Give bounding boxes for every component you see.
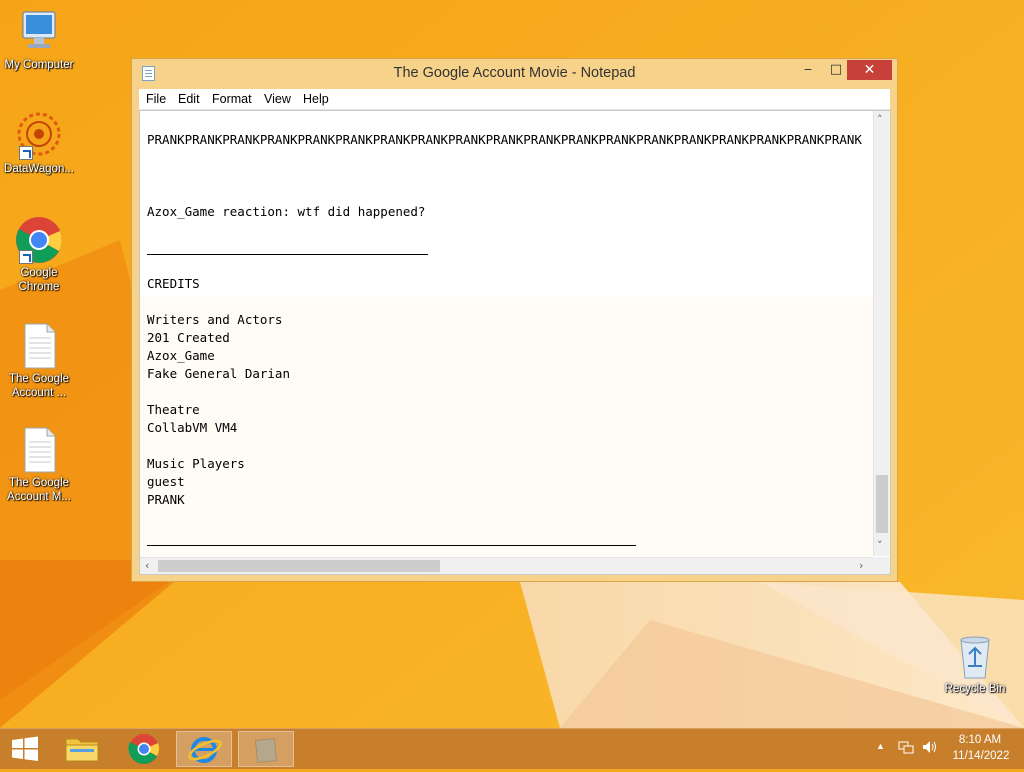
desktop-icon-label: The Google Account M... (7, 477, 71, 503)
window-title: The Google Account Movie - Notepad (393, 65, 636, 81)
scroll-up-arrow-icon[interactable]: ˄ (877, 113, 883, 127)
separator-line (147, 545, 636, 546)
taskbar-internet-explorer[interactable] (176, 731, 232, 767)
volume-icon[interactable] (921, 739, 939, 758)
horizontal-scrollbar[interactable]: ‹ › (140, 557, 873, 574)
notepad-icon (254, 738, 278, 763)
taskbar-file-explorer[interactable] (54, 731, 110, 767)
menu-file[interactable]: File (146, 92, 166, 106)
menu-view[interactable]: View (264, 92, 291, 106)
theatre-heading: Theatre (147, 402, 200, 417)
desktop-icon-google-chrome[interactable]: Google Chrome (1, 216, 77, 294)
computer-icon (15, 8, 63, 56)
menu-format[interactable]: Format (212, 92, 252, 106)
shortcut-arrow-icon (19, 250, 33, 264)
prank-line: PRANKPRANKPRANKPRANKPRANKPRANKPRANKPRANK… (147, 132, 862, 147)
chrome-icon (15, 216, 63, 264)
desktop-icon-label: Google Chrome (18, 267, 60, 293)
text-editor[interactable]: PRANKPRANKPRANKPRANKPRANKPRANKPRANKPRANK… (139, 110, 891, 575)
credits-heading: CREDITS (147, 276, 200, 291)
desktop-icon-recycle-bin[interactable]: Recycle Bin (937, 632, 1013, 696)
vertical-scroll-thumb[interactable] (876, 475, 888, 533)
windows-logo-icon (12, 736, 38, 761)
vertical-scrollbar[interactable]: ˄ ˅ (873, 111, 890, 556)
datawagon-icon (15, 112, 63, 160)
window-titlebar[interactable]: The Google Account Movie - Notepad ‒ □ ✕ (132, 59, 897, 89)
desktop-icon-my-computer[interactable]: My Computer (1, 8, 77, 72)
menu-bar: File Edit Format View Help (139, 89, 890, 110)
start-button[interactable] (0, 731, 50, 767)
maximize-button[interactable]: □ (822, 60, 850, 80)
separator-line (147, 254, 428, 255)
desktop-icon-text-file-1[interactable]: The Google Account ... (1, 322, 77, 400)
close-button[interactable]: ✕ (847, 60, 892, 80)
theatre-line: CollabVM VM4 (147, 420, 238, 435)
writers-heading: Writers and Actors (147, 312, 283, 327)
text-file-icon (15, 426, 63, 474)
menu-edit[interactable]: Edit (178, 92, 200, 106)
ie-icon (188, 737, 222, 763)
music-line: PRANK (147, 492, 185, 507)
scrollbar-corner (873, 557, 890, 574)
scroll-left-arrow-icon[interactable]: ‹ (145, 559, 149, 573)
menu-help[interactable]: Help (303, 92, 329, 106)
desktop-icon-text-file-2[interactable]: The Google Account M... (1, 426, 77, 504)
desktop-icon-label: Recycle Bin (944, 683, 1006, 695)
scroll-down-arrow-icon[interactable]: ˅ (877, 539, 883, 553)
desktop-icon-label: The Google Account ... (8, 373, 70, 399)
taskbar: ▲ 8:10 AM 11/14/2022 (0, 728, 1024, 769)
desktop-icon-label: My Computer (4, 59, 74, 71)
notepad-window[interactable]: The Google Account Movie - Notepad ‒ □ ✕… (131, 58, 898, 582)
reaction-line: Azox_Game reaction: wtf did happened? (147, 204, 426, 219)
taskbar-google-chrome[interactable] (116, 731, 172, 767)
minimize-button[interactable]: ‒ (794, 60, 822, 80)
scroll-right-arrow-icon[interactable]: › (859, 559, 863, 573)
writer-line: Azox_Game (147, 348, 215, 363)
network-icon[interactable] (898, 739, 914, 758)
music-line: guest (147, 474, 185, 489)
show-hidden-icons-button[interactable]: ▲ (876, 741, 885, 751)
desktop-icon-datawagon[interactable]: DataWagon... (1, 112, 77, 176)
writer-line: 201 Created (147, 330, 230, 345)
writer-line: Fake General Darian (147, 366, 290, 381)
editor-content[interactable]: PRANKPRANKPRANKPRANKPRANKPRANKPRANKPRANK… (147, 111, 872, 556)
recycle-bin-icon (951, 632, 999, 680)
music-heading: Music Players (147, 456, 245, 471)
text-file-icon (15, 322, 63, 370)
desktop-icon-label: DataWagon... (4, 163, 74, 175)
clock-date[interactable]: 11/14/2022 (949, 750, 1013, 762)
folder-icon (65, 738, 99, 762)
chrome-icon (128, 734, 160, 764)
horizontal-scroll-thumb[interactable] (158, 560, 440, 572)
clock-time[interactable]: 8:10 AM (955, 734, 1005, 746)
shortcut-arrow-icon (19, 146, 33, 160)
taskbar-notepad[interactable] (238, 731, 294, 767)
